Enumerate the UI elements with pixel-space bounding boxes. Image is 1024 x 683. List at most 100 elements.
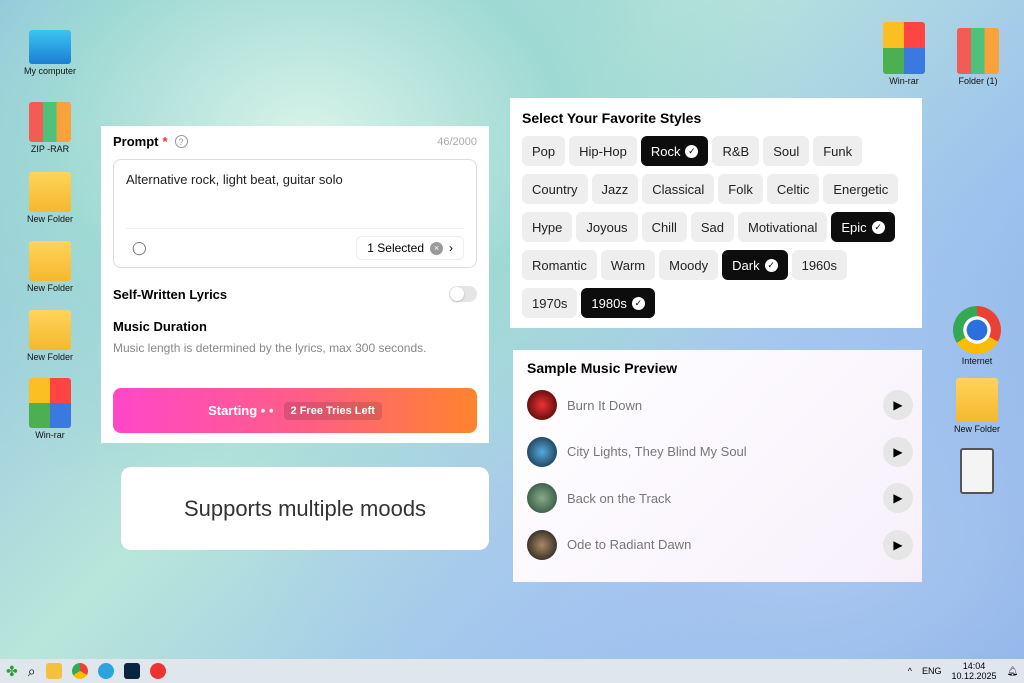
style-chip-label: Folk xyxy=(728,181,753,197)
telegram-icon[interactable] xyxy=(97,663,114,679)
song-cover xyxy=(527,390,557,421)
style-chip[interactable]: Country xyxy=(522,174,588,204)
song-title: City Lights, They Blind My Soul xyxy=(567,444,747,460)
song-title: Ode to Radiant Dawn xyxy=(567,537,692,553)
style-chip-label: Jazz xyxy=(601,181,629,197)
style-chip[interactable]: 1960s xyxy=(791,250,848,280)
desktop-icon-folder-1[interactable]: Folder (1) xyxy=(946,28,1010,86)
tray-chevron-icon[interactable]: ^ xyxy=(908,666,912,676)
generate-button[interactable]: Starting • • 2 Free Tries Left xyxy=(113,388,477,433)
style-chip-label: Hype xyxy=(532,219,563,235)
date: 10.12.2025 xyxy=(951,671,997,681)
style-chip-label: R&B xyxy=(722,143,750,159)
chevron-right-icon: › xyxy=(449,241,453,255)
desktop-icon-win-rar[interactable]: Win-rar xyxy=(872,22,936,86)
song-title: Burn It Down xyxy=(567,397,643,413)
play-icon[interactable]: ▶ xyxy=(883,529,913,560)
clear-icon[interactable]: × xyxy=(430,241,443,255)
song-item[interactable]: City Lights, They Blind My Soul ▶ xyxy=(527,429,913,476)
style-chip[interactable]: Motivational xyxy=(738,212,828,242)
style-chip[interactable]: Sad xyxy=(690,212,734,242)
song-cover xyxy=(527,436,557,467)
style-chip[interactable]: Energetic xyxy=(823,174,899,204)
style-chip[interactable]: R&B xyxy=(712,136,760,166)
style-chip[interactable]: Rock ✓ xyxy=(640,136,709,166)
clock[interactable]: 14:04 10.12.2025 xyxy=(952,661,997,681)
style-chip-label: Celtic xyxy=(776,181,810,197)
generate-label: Starting • • xyxy=(208,403,274,418)
song-cover xyxy=(527,529,557,560)
check-icon: ✓ xyxy=(871,220,885,234)
prompt-input[interactable]: Alternative rock, light beat, guitar sol… xyxy=(126,172,464,187)
style-chip[interactable]: Warm xyxy=(600,250,656,280)
style-chip[interactable]: Chill xyxy=(641,212,687,242)
style-chip[interactable]: 1980s ✓ xyxy=(581,288,655,318)
taskbar: ✤ ⌕ ^ ENG 14:04 10.12.2025 🔔︎ xyxy=(0,659,1024,683)
style-chip[interactable]: Moody xyxy=(659,250,719,280)
style-chip-label: Dark xyxy=(732,257,760,273)
lyrics-toggle[interactable] xyxy=(449,286,477,302)
style-chip[interactable]: Epic ✓ xyxy=(831,212,895,242)
recycle-bin-icon[interactable] xyxy=(945,448,1009,496)
desktop-icon-zip-rar[interactable]: ZIP -RAR xyxy=(18,102,82,154)
icon-label: New Folder xyxy=(26,283,73,293)
style-chip[interactable]: Funk xyxy=(813,136,863,166)
desktop-icon-new-folder[interactable]: New Folder xyxy=(18,172,82,224)
app-icon[interactable] xyxy=(149,663,166,679)
required-mark: * xyxy=(162,134,168,149)
preview-title: Sample Music Preview xyxy=(527,360,678,376)
help-icon[interactable]: ? xyxy=(174,135,188,148)
style-chip[interactable]: Soul xyxy=(763,136,810,166)
styles-title: Select Your Favorite Styles xyxy=(522,110,702,126)
photoshop-icon[interactable] xyxy=(123,663,140,679)
style-chip[interactable]: Hip-Hop xyxy=(569,136,637,166)
prompt-input-box[interactable]: Alternative rock, light beat, guitar sol… xyxy=(113,159,477,268)
style-chip-label: 1970s xyxy=(532,295,568,311)
play-icon[interactable]: ▶ xyxy=(883,483,913,514)
play-icon[interactable]: ▶ xyxy=(883,436,913,467)
style-chip-label: Motivational xyxy=(748,219,818,235)
style-chip[interactable]: Pop xyxy=(522,136,566,166)
start-icon[interactable]: ✤ xyxy=(6,663,18,680)
style-chip[interactable]: Folk xyxy=(718,174,763,204)
desktop-icon-my-computer[interactable]: My computer xyxy=(18,30,82,76)
search-icon[interactable]: ⌕ xyxy=(28,663,36,680)
file-explorer-icon[interactable] xyxy=(45,663,62,679)
desktop-icon-internet[interactable]: Internet xyxy=(945,306,1009,366)
icon-label: Internet xyxy=(961,356,993,366)
style-chip-label: Chill xyxy=(651,219,677,235)
desktop-icon-win-rar[interactable]: Win-rar xyxy=(18,378,82,440)
song-cover xyxy=(527,483,557,514)
song-item[interactable]: Back on the Track ▶ xyxy=(527,475,913,522)
prompt-panel: Prompt * ? 46/2000 Alternative rock, lig… xyxy=(101,126,489,443)
style-chip[interactable]: Celtic xyxy=(766,174,820,204)
style-chip-label: Energetic xyxy=(833,181,889,197)
style-chip[interactable]: Dark ✓ xyxy=(722,250,788,280)
style-chip-label: Moody xyxy=(669,257,709,273)
style-chip-label: Romantic xyxy=(532,257,587,273)
check-icon: ✓ xyxy=(764,258,778,272)
style-chip-label: 1980s xyxy=(591,295,627,311)
song-item[interactable]: Ode to Radiant Dawn ▶ xyxy=(527,522,913,569)
song-item[interactable]: Burn It Down ▶ xyxy=(527,382,913,429)
style-chip[interactable]: Hype xyxy=(522,212,573,242)
notification-bell-icon[interactable]: 🔔︎ xyxy=(1007,666,1018,677)
chrome-icon[interactable] xyxy=(71,663,88,679)
selected-styles-button[interactable]: 1 Selected × › xyxy=(356,236,464,260)
style-chip-label: Sad xyxy=(700,219,724,235)
lyrics-label: Self-Written Lyrics xyxy=(113,286,228,302)
style-chip[interactable]: Classical xyxy=(642,174,715,204)
desktop-icon-new-folder[interactable]: New Folder xyxy=(18,310,82,362)
lang-indicator[interactable]: ENG xyxy=(922,666,942,676)
lightbulb-icon[interactable]: ◯ xyxy=(132,240,147,256)
style-chip-label: Classical xyxy=(652,181,705,197)
duration-description: Music length is determined by the lyrics… xyxy=(113,341,427,355)
style-chip[interactable]: Jazz xyxy=(591,174,639,204)
desktop-icon-new-folder[interactable]: New Folder xyxy=(18,241,82,293)
style-chip-label: Hip-Hop xyxy=(579,143,627,159)
style-chip[interactable]: 1970s xyxy=(522,288,578,318)
style-chip[interactable]: Romantic xyxy=(522,250,597,280)
play-icon[interactable]: ▶ xyxy=(883,390,913,421)
style-chip[interactable]: Joyous xyxy=(576,212,638,242)
desktop-icon-new-folder[interactable]: New Folder xyxy=(945,378,1009,434)
